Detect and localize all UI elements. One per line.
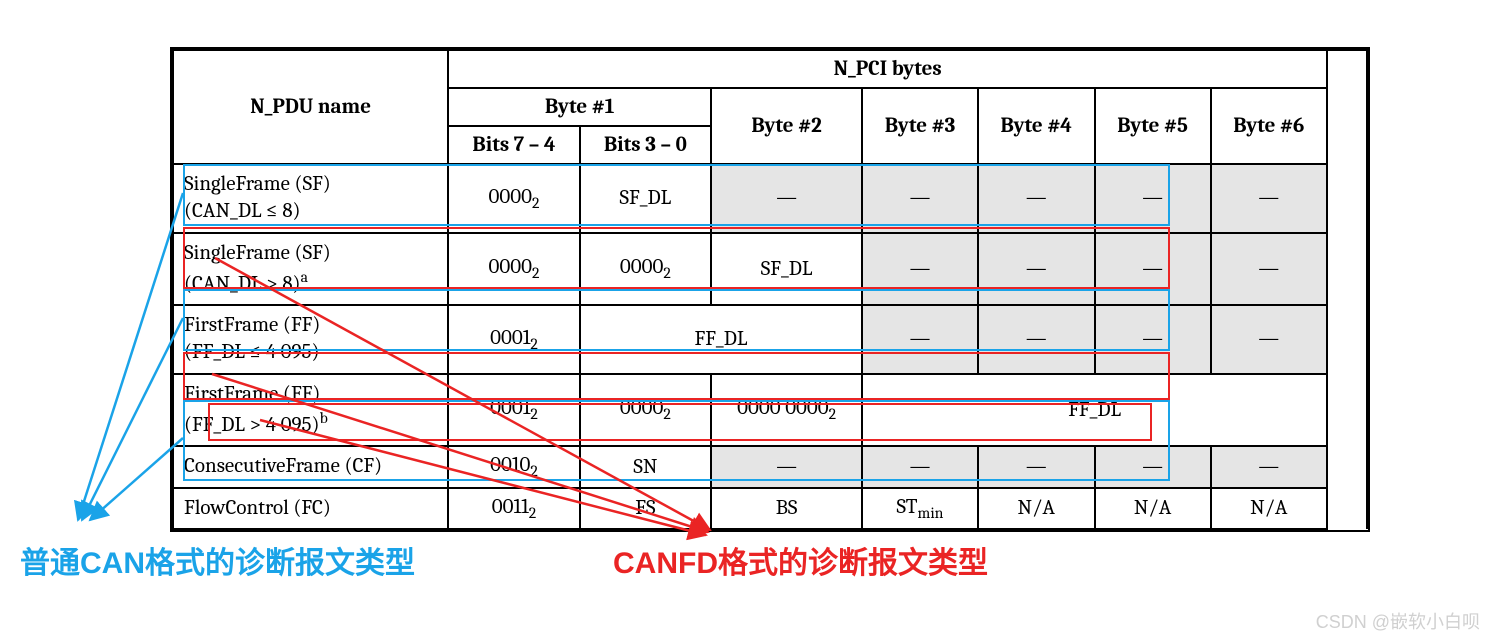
th-bits74: Bits 7 – 4 bbox=[448, 126, 579, 164]
cell-byte4: N/A bbox=[978, 488, 1095, 529]
cell-byte2: BS bbox=[711, 488, 862, 529]
th-byte2: Byte #2 bbox=[711, 88, 862, 164]
watermark: CSDN @嵌软小白呗 bbox=[1316, 608, 1480, 634]
red-box-ff bbox=[183, 352, 1170, 400]
th-byte6: Byte #6 bbox=[1211, 88, 1327, 164]
red-box-sf bbox=[183, 227, 1170, 289]
th-npci: N_PCI bytes bbox=[448, 50, 1327, 88]
cell-bits30: FS bbox=[580, 488, 711, 529]
cell-name: FlowControl (FC) bbox=[173, 488, 448, 529]
blue-box-sf bbox=[183, 164, 1170, 226]
cell-byte6: — bbox=[1211, 233, 1327, 306]
right-pad bbox=[1327, 50, 1367, 529]
cell-byte5: N/A bbox=[1095, 488, 1211, 529]
th-npdu: N_PDU name bbox=[173, 50, 448, 164]
th-byte5: Byte #5 bbox=[1095, 88, 1211, 164]
th-byte4: Byte #4 bbox=[978, 88, 1095, 164]
cell-byte6: N/A bbox=[1211, 488, 1327, 529]
th-byte3: Byte #3 bbox=[862, 88, 978, 164]
row-fc: FlowControl (FC) 00112 FS BS STmin N/A N… bbox=[173, 488, 1367, 529]
th-byte1: Byte #1 bbox=[448, 88, 711, 126]
cell-bits74: 00112 bbox=[448, 488, 579, 529]
blue-box-ff bbox=[183, 289, 1170, 351]
cell-byte3: STmin bbox=[862, 488, 978, 529]
label-can: 普通CAN格式的诊断报文类型 bbox=[20, 538, 415, 582]
header-row-1: N_PDU name N_PCI bytes bbox=[173, 50, 1367, 88]
red-box-cf bbox=[208, 403, 1152, 441]
cell-byte6: — bbox=[1211, 446, 1327, 487]
cell-byte6: — bbox=[1211, 305, 1327, 374]
label-canfd: CANFD格式的诊断报文类型 bbox=[613, 538, 988, 582]
cell-byte6: — bbox=[1211, 164, 1327, 233]
th-bits30: Bits 3 – 0 bbox=[580, 126, 711, 164]
